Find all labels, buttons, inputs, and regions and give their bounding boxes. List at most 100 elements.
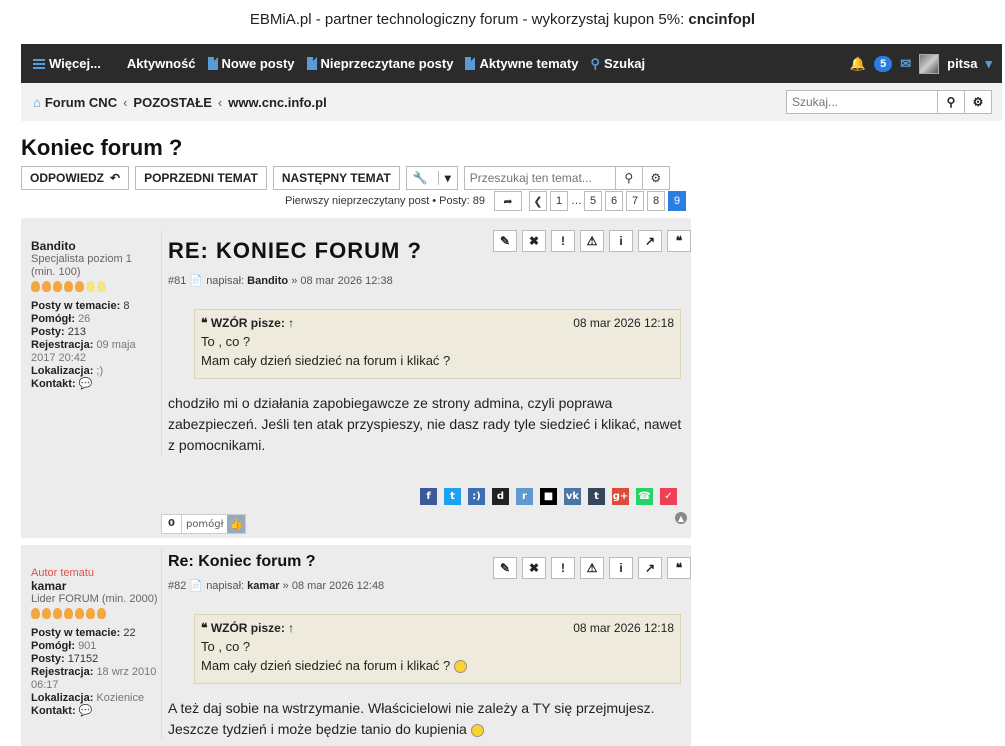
edit-button[interactable]: ✎ xyxy=(493,557,517,579)
google-plus-icon[interactable]: g+ xyxy=(612,488,629,505)
search-button[interactable]: ⚲ xyxy=(937,90,965,114)
nav-unread-posts[interactable]: Nieprzeczytane posty xyxy=(306,56,454,71)
report-button[interactable]: ! xyxy=(551,557,575,579)
nav-unread-posts-label: Nieprzeczytane posty xyxy=(320,56,454,71)
chevron-down-icon[interactable]: ▾ xyxy=(985,56,992,72)
quote-button[interactable]: ❝ xyxy=(667,557,691,579)
chat-icon[interactable]: 💬 xyxy=(79,378,93,390)
profile-location: Lokalizacja: ;) xyxy=(31,365,104,377)
nav-search[interactable]: ⚲ Szukaj xyxy=(590,56,645,72)
report-button[interactable]: ! xyxy=(551,230,575,252)
nav-more-menu[interactable]: Więcej... xyxy=(33,56,101,71)
warn-button[interactable]: ⚠ xyxy=(580,557,604,579)
warn-button[interactable]: ⚠ xyxy=(580,230,604,252)
helped-count: 0 xyxy=(162,515,182,533)
reddit-icon[interactable]: r xyxy=(516,488,533,505)
post-quote: ❝ WZÓR pisze: ↑ 08 mar 2026 12:18 To , c… xyxy=(194,309,681,379)
page-link-6[interactable]: 6 xyxy=(605,191,623,211)
topic-search-input[interactable] xyxy=(463,166,616,190)
info-button[interactable]: i xyxy=(609,557,633,579)
quote-button[interactable]: ❝ xyxy=(667,230,691,252)
promo-code: cncinfopl xyxy=(688,11,756,28)
post-author[interactable]: kamar xyxy=(247,580,279,592)
previous-topic-button[interactable]: POPRZEDNI TEMAT xyxy=(135,166,267,190)
page-link-5[interactable]: 5 xyxy=(584,191,602,211)
profile-posts: Posty: 213 xyxy=(31,326,87,338)
advanced-search-button[interactable]: ⚙ xyxy=(964,90,992,114)
share-button[interactable]: ↗ xyxy=(638,230,662,252)
bell-icon[interactable]: 🔔 xyxy=(850,56,866,72)
thumbs-up-icon[interactable]: 👍 xyxy=(227,515,246,533)
next-topic-button[interactable]: NASTĘPNY TEMAT xyxy=(272,166,400,190)
profile-location: Lokalizacja: Kozienice xyxy=(31,692,145,704)
exclamation-icon: ! xyxy=(561,561,565,575)
breadcrumb-item-category[interactable]: POZOSTAŁE xyxy=(133,95,211,110)
delete-button[interactable]: ✖ xyxy=(522,230,546,252)
profile-posts: Posty: 17152 xyxy=(31,653,99,665)
share-button[interactable]: ↗ xyxy=(638,557,662,579)
jump-to-page-button[interactable]: ➦ xyxy=(494,191,522,211)
previous-page-button[interactable]: ❮ xyxy=(529,191,547,211)
page-link-1[interactable]: 1 xyxy=(550,191,568,211)
whatsapp-icon[interactable]: ☎ xyxy=(636,488,653,505)
page-link-8[interactable]: 8 xyxy=(647,191,665,211)
profile-username[interactable]: kamar xyxy=(31,580,159,593)
home-icon[interactable]: ⌂ xyxy=(33,95,41,110)
post-number[interactable]: #81 xyxy=(168,275,186,287)
breadcrumb-item-forum[interactable]: Forum CNC xyxy=(45,95,117,110)
first-unread-link[interactable]: Pierwszy nieprzeczytany post xyxy=(285,195,429,207)
quote-source-link[interactable]: ↑ xyxy=(288,316,294,330)
back-to-top-icon[interactable]: ▲ xyxy=(675,512,687,524)
quote-line: To , co ? xyxy=(201,639,251,654)
avatar[interactable] xyxy=(919,53,940,74)
search-icon: ⚲ xyxy=(624,171,634,185)
username[interactable]: pitsa xyxy=(947,56,977,71)
notifications-badge[interactable]: 5 xyxy=(874,55,893,72)
rank-bulb-icon xyxy=(86,281,95,292)
inbox-icon[interactable]: ✉ xyxy=(900,56,911,72)
quote-line-with-smiley: Mam cały dzień siedzieć na forum i klika… xyxy=(201,658,674,674)
profile-username[interactable]: Bandito xyxy=(31,240,159,253)
post-body: ✎ ✖ ! ⚠ i ↗ ❝ RE: KONIEC FORUM ? #81 📄 n… xyxy=(161,230,691,456)
tumblr-icon[interactable]: t xyxy=(588,488,605,505)
rank-bulbs xyxy=(31,281,159,292)
bullet: • xyxy=(432,195,437,207)
reply-button[interactable]: ODPOWIEDZ ↶ xyxy=(21,166,130,190)
nav-active-topics[interactable]: Aktywne tematy xyxy=(465,56,578,71)
nav-new-posts-label: Nowe posty xyxy=(221,56,295,71)
search-icon: ⚲ xyxy=(946,95,956,109)
delete-button[interactable]: ✖ xyxy=(522,557,546,579)
global-search-input[interactable] xyxy=(786,90,938,114)
quote-source-link[interactable]: ↑ xyxy=(288,621,294,635)
page-link-7[interactable]: 7 xyxy=(626,191,644,211)
chat-icon[interactable]: 💬 xyxy=(79,705,93,717)
topic-search-settings-button[interactable]: ⚙ xyxy=(641,166,670,190)
edit-button[interactable]: ✎ xyxy=(493,230,517,252)
digg-icon[interactable]: d xyxy=(492,488,509,505)
profile-contact: Kontakt: 💬 xyxy=(31,378,93,390)
post-number[interactable]: #82 xyxy=(168,580,186,592)
pocket-icon[interactable]: ✓ xyxy=(660,488,677,505)
post-author[interactable]: Bandito xyxy=(247,275,288,287)
top-navbar: Więcej... Aktywność Nowe posty Nieprzecz… xyxy=(21,44,1002,83)
delicious-icon[interactable]: ■ xyxy=(540,488,557,505)
vk-icon[interactable]: vk xyxy=(564,488,581,505)
topic-search-button[interactable]: ⚲ xyxy=(614,166,643,190)
topic-tools-button[interactable]: 🔧 ▾ xyxy=(405,166,458,190)
page-link-9-current[interactable]: 9 xyxy=(668,191,686,211)
wykop-icon[interactable]: :) xyxy=(468,488,485,505)
warning-icon: ⚠ xyxy=(586,561,598,575)
nav-activity[interactable]: Aktywność xyxy=(127,56,196,71)
info-button[interactable]: i xyxy=(609,230,633,252)
document-icon xyxy=(207,57,218,70)
post-date: » 08 mar 2026 12:38 xyxy=(291,275,393,287)
document-icon: 📄 xyxy=(189,275,204,287)
topic-search: ⚲ ⚙ xyxy=(463,166,670,190)
facebook-icon[interactable]: f xyxy=(420,488,437,505)
nav-more-label: Więcej... xyxy=(49,56,101,71)
twitter-icon[interactable]: t xyxy=(444,488,461,505)
post-meta: #81 📄 napisał: Bandito » 08 mar 2026 12:… xyxy=(168,274,691,287)
nav-new-posts[interactable]: Nowe posty xyxy=(207,56,295,71)
pencil-icon: ✎ xyxy=(499,234,511,248)
breadcrumb-item-subforum[interactable]: www.cnc.info.pl xyxy=(228,95,326,110)
